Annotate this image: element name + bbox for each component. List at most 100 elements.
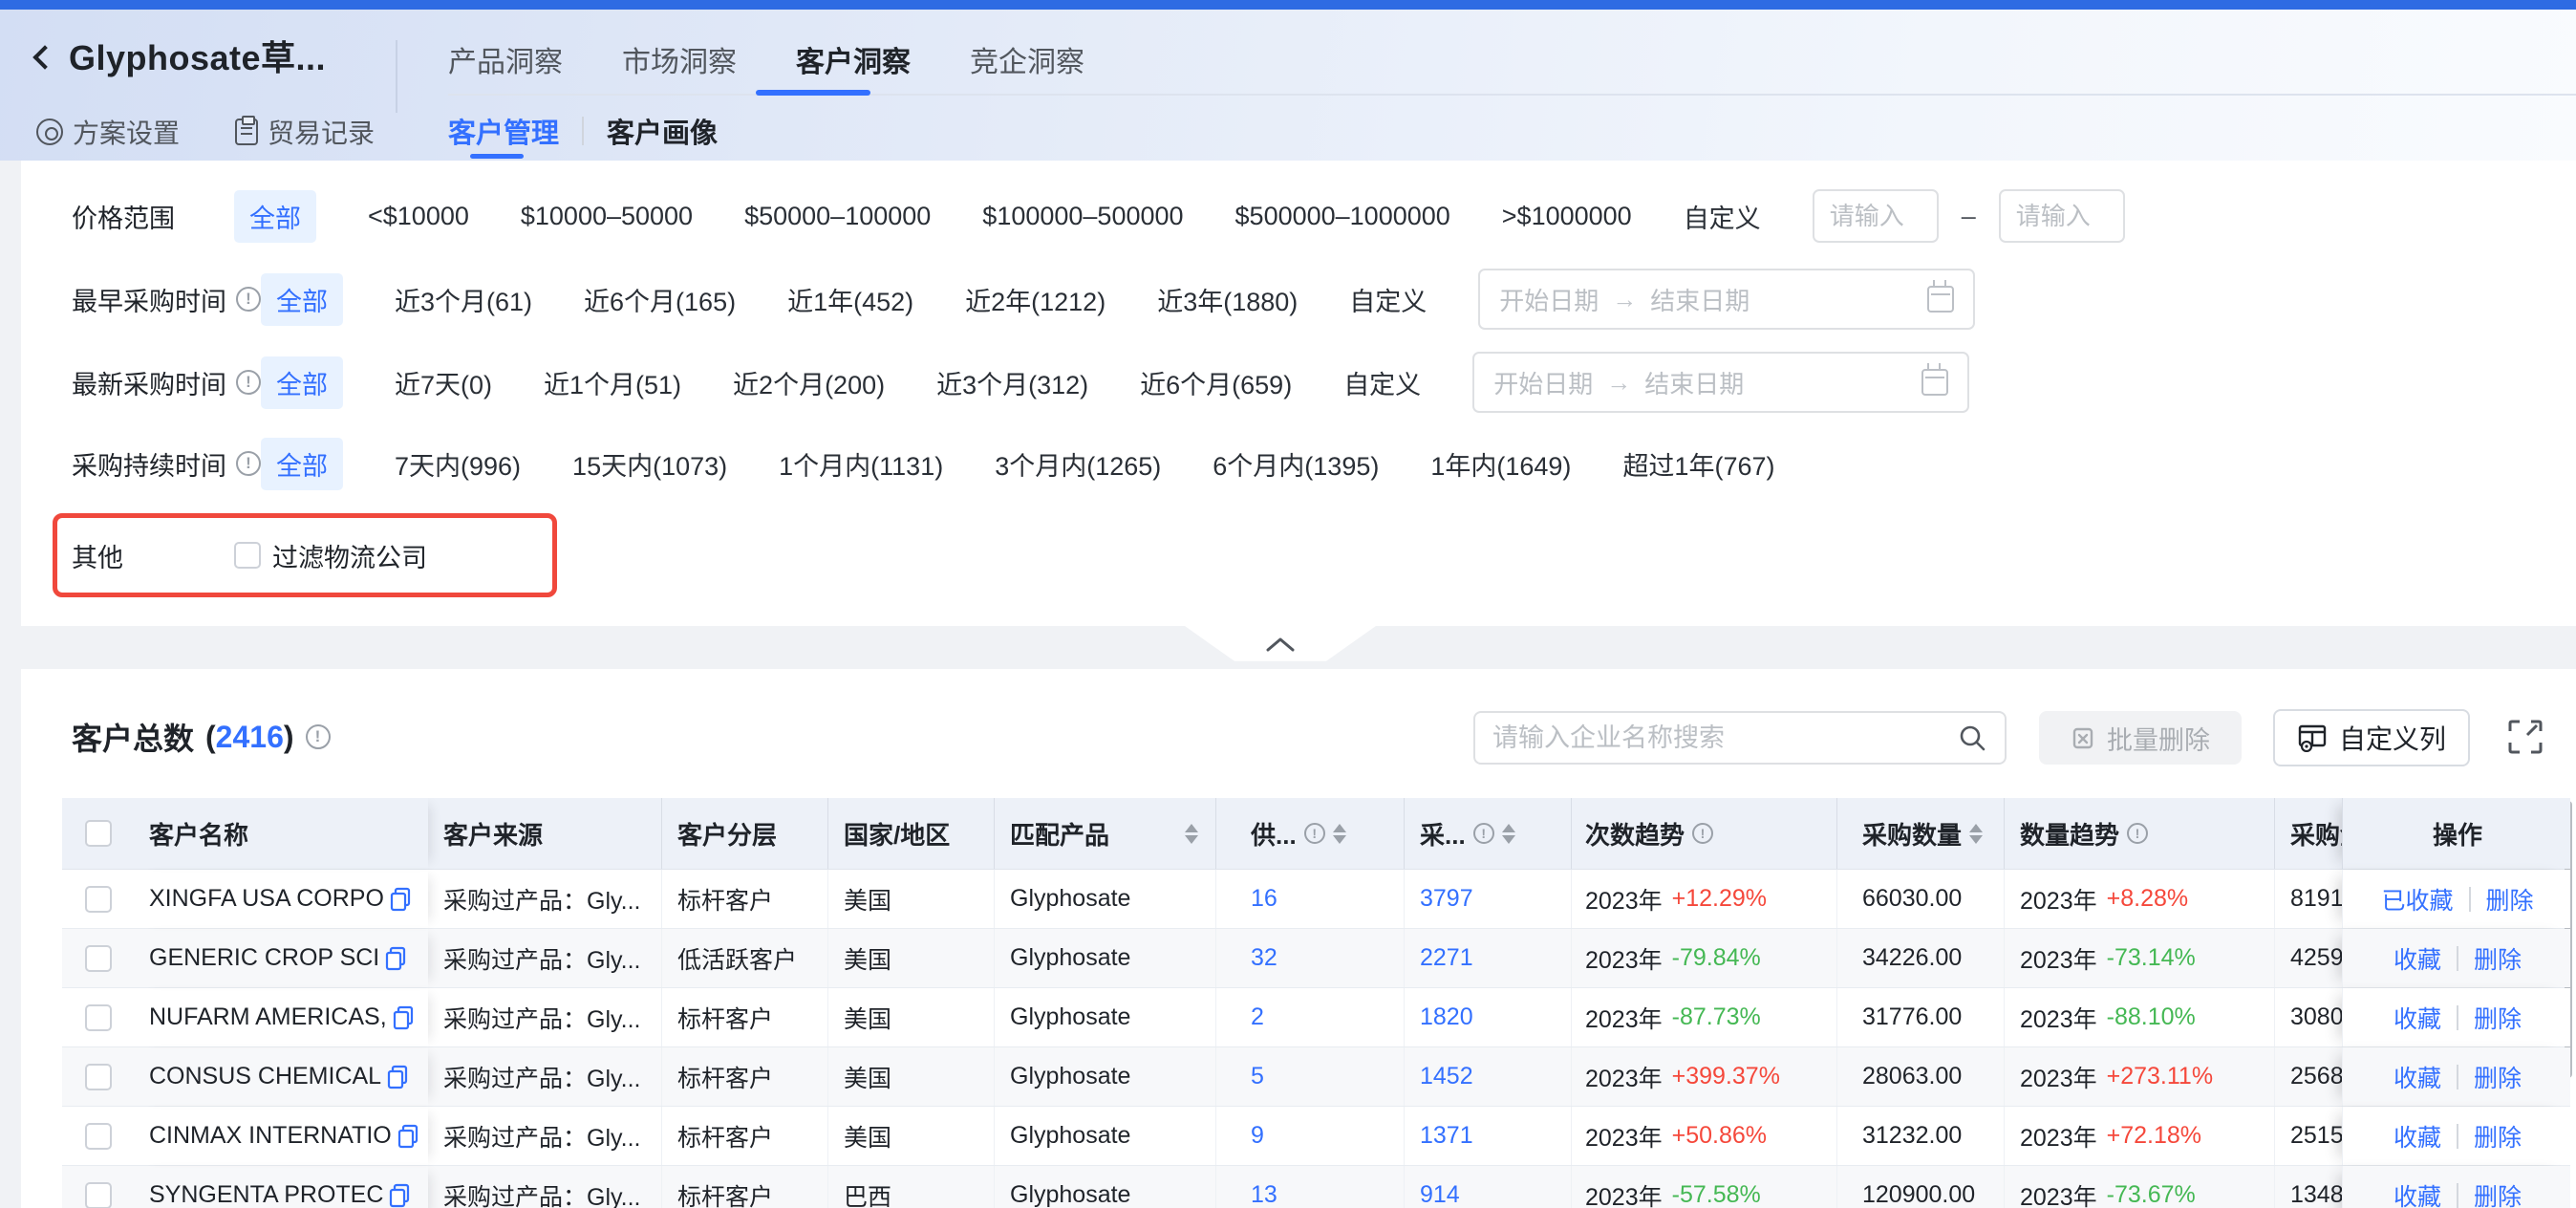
filter-logistics-checkbox[interactable]: 过滤物流公司 [234,537,427,574]
favorite-link[interactable]: 收藏 [2394,1178,2441,1208]
suppliers-link[interactable]: 32 [1251,944,1277,972]
filter-option-all[interactable]: 全部 [234,190,316,243]
copy-icon[interactable] [390,887,411,912]
filter-option-custom[interactable]: 自定义 [1349,281,1427,318]
records-link[interactable]: 1820 [1420,1003,1473,1031]
delete-link[interactable]: 删除 [2474,1001,2522,1035]
tab-market-insight[interactable]: 市场洞察 [622,38,737,80]
records-link[interactable]: 1371 [1420,1122,1473,1150]
filter-option[interactable]: $500000–1000000 [1235,202,1450,231]
fullscreen-button[interactable] [2505,717,2545,757]
copy-icon[interactable] [385,946,406,971]
copy-icon[interactable] [393,1005,414,1030]
collapse-filters-handle[interactable] [1185,626,1376,664]
info-icon[interactable] [236,287,261,312]
suppliers-link[interactable]: 16 [1251,885,1277,913]
suppliers-link[interactable]: 2 [1251,1003,1264,1031]
info-icon[interactable] [1304,823,1325,844]
filter-option[interactable]: $10000–50000 [521,202,693,231]
row-checkbox[interactable] [85,945,112,972]
info-icon[interactable] [306,724,331,749]
sort-icon[interactable] [1333,824,1346,844]
tab-product-insight[interactable]: 产品洞察 [448,38,563,80]
favorite-link[interactable]: 收藏 [2394,1119,2441,1154]
filter-option[interactable]: 近1年(452) [787,281,913,318]
favorite-link[interactable]: 收藏 [2394,941,2441,976]
info-icon[interactable] [2127,823,2148,844]
customer-name-cell[interactable]: CINMAX INTERNATIO [134,1107,428,1165]
customer-name-cell[interactable]: GENERIC CROP SCI [134,929,428,987]
batch-delete-button[interactable]: 批量删除 [2039,711,2242,765]
filter-option[interactable]: 近2年(1212) [965,281,1106,318]
favorite-link[interactable]: 收藏 [2394,1001,2441,1035]
favorite-link[interactable]: 已收藏 [2381,882,2453,917]
sort-icon[interactable] [1969,824,1983,844]
delete-link[interactable]: 删除 [2486,882,2534,917]
delete-link[interactable]: 删除 [2474,1060,2522,1094]
info-icon[interactable] [1473,823,1494,844]
filter-option[interactable]: 近6个月(659) [1140,364,1292,401]
filter-option[interactable]: 近3年(1880) [1157,281,1298,318]
row-checkbox[interactable] [85,1004,112,1031]
filter-option-all[interactable]: 全部 [261,356,343,409]
suppliers-link[interactable]: 5 [1251,1063,1264,1090]
filter-option-all[interactable]: 全部 [261,438,343,490]
price-min-input[interactable] [1813,189,1939,243]
filter-option-custom[interactable]: 自定义 [1343,364,1421,401]
copy-icon[interactable] [389,1183,410,1208]
subtab-customer-management[interactable]: 客户管理 [448,111,559,151]
select-all-checkbox[interactable] [85,820,112,847]
sort-icon[interactable] [1185,824,1198,844]
row-checkbox[interactable] [85,1123,112,1150]
delete-link[interactable]: 删除 [2474,1178,2522,1208]
trade-records-button[interactable]: 贸易记录 [235,113,375,151]
row-checkbox[interactable] [85,1064,112,1090]
filter-option[interactable]: 1个月内(1131) [779,445,943,483]
favorite-link[interactable]: 收藏 [2394,1060,2441,1094]
customer-name-cell[interactable]: CONSUS CHEMICAL [134,1047,428,1106]
filter-option[interactable]: <$10000 [368,202,469,231]
filter-option[interactable]: 1年内(1649) [1430,445,1571,483]
info-icon[interactable] [236,451,261,476]
customer-name-cell[interactable]: SYNGENTA PROTEC [134,1166,428,1208]
records-link[interactable]: 3797 [1420,885,1473,913]
subtab-customer-profile[interactable]: 客户画像 [607,111,718,151]
date-range-picker[interactable]: 开始日期 → 结束日期 [1478,269,1975,330]
row-checkbox[interactable] [85,886,112,913]
search-icon[interactable] [1957,723,1987,753]
filter-option[interactable]: 近2个月(200) [733,364,885,401]
customer-name-cell[interactable]: NUFARM AMERICAS, [134,988,428,1046]
info-icon[interactable] [236,370,261,395]
copy-icon[interactable] [387,1065,408,1089]
delete-link[interactable]: 删除 [2474,941,2522,976]
company-search-input[interactable] [1492,723,1957,753]
delete-link[interactable]: 删除 [2474,1119,2522,1154]
tab-competitor-insight[interactable]: 竞企洞察 [970,38,1084,80]
info-icon[interactable] [1692,823,1713,844]
date-range-picker[interactable]: 开始日期 → 结束日期 [1472,352,1969,413]
price-max-input[interactable] [1999,189,2125,243]
back-icon[interactable] [32,45,56,69]
row-checkbox[interactable] [85,1182,112,1208]
filter-option[interactable]: 近3个月(312) [936,364,1088,401]
filter-option[interactable]: 超过1年(767) [1622,445,1774,483]
filter-option[interactable]: 7天内(996) [395,445,521,483]
filter-option[interactable]: $50000–100000 [744,202,931,231]
filter-option[interactable]: >$1000000 [1502,202,1632,231]
filter-option[interactable]: 近3个月(61) [395,281,532,318]
records-link[interactable]: 914 [1420,1181,1460,1208]
filter-option[interactable]: 近1个月(51) [544,364,681,401]
records-link[interactable]: 1452 [1420,1063,1473,1090]
suppliers-link[interactable]: 9 [1251,1122,1264,1150]
customer-name-cell[interactable]: XINGFA USA CORPO [134,870,428,928]
suppliers-link[interactable]: 13 [1251,1181,1277,1208]
filter-option[interactable]: $100000–500000 [982,202,1183,231]
scheme-settings-button[interactable]: 方案设置 [36,113,180,151]
filter-option[interactable]: 近7天(0) [395,364,492,401]
copy-icon[interactable] [397,1124,419,1149]
tab-customer-insight[interactable]: 客户洞察 [796,38,911,80]
filter-option[interactable]: 近6个月(165) [584,281,736,318]
filter-option[interactable]: 3个月内(1265) [995,445,1161,483]
sort-icon[interactable] [1502,824,1515,844]
customize-columns-button[interactable]: 自定义列 [2273,709,2470,766]
